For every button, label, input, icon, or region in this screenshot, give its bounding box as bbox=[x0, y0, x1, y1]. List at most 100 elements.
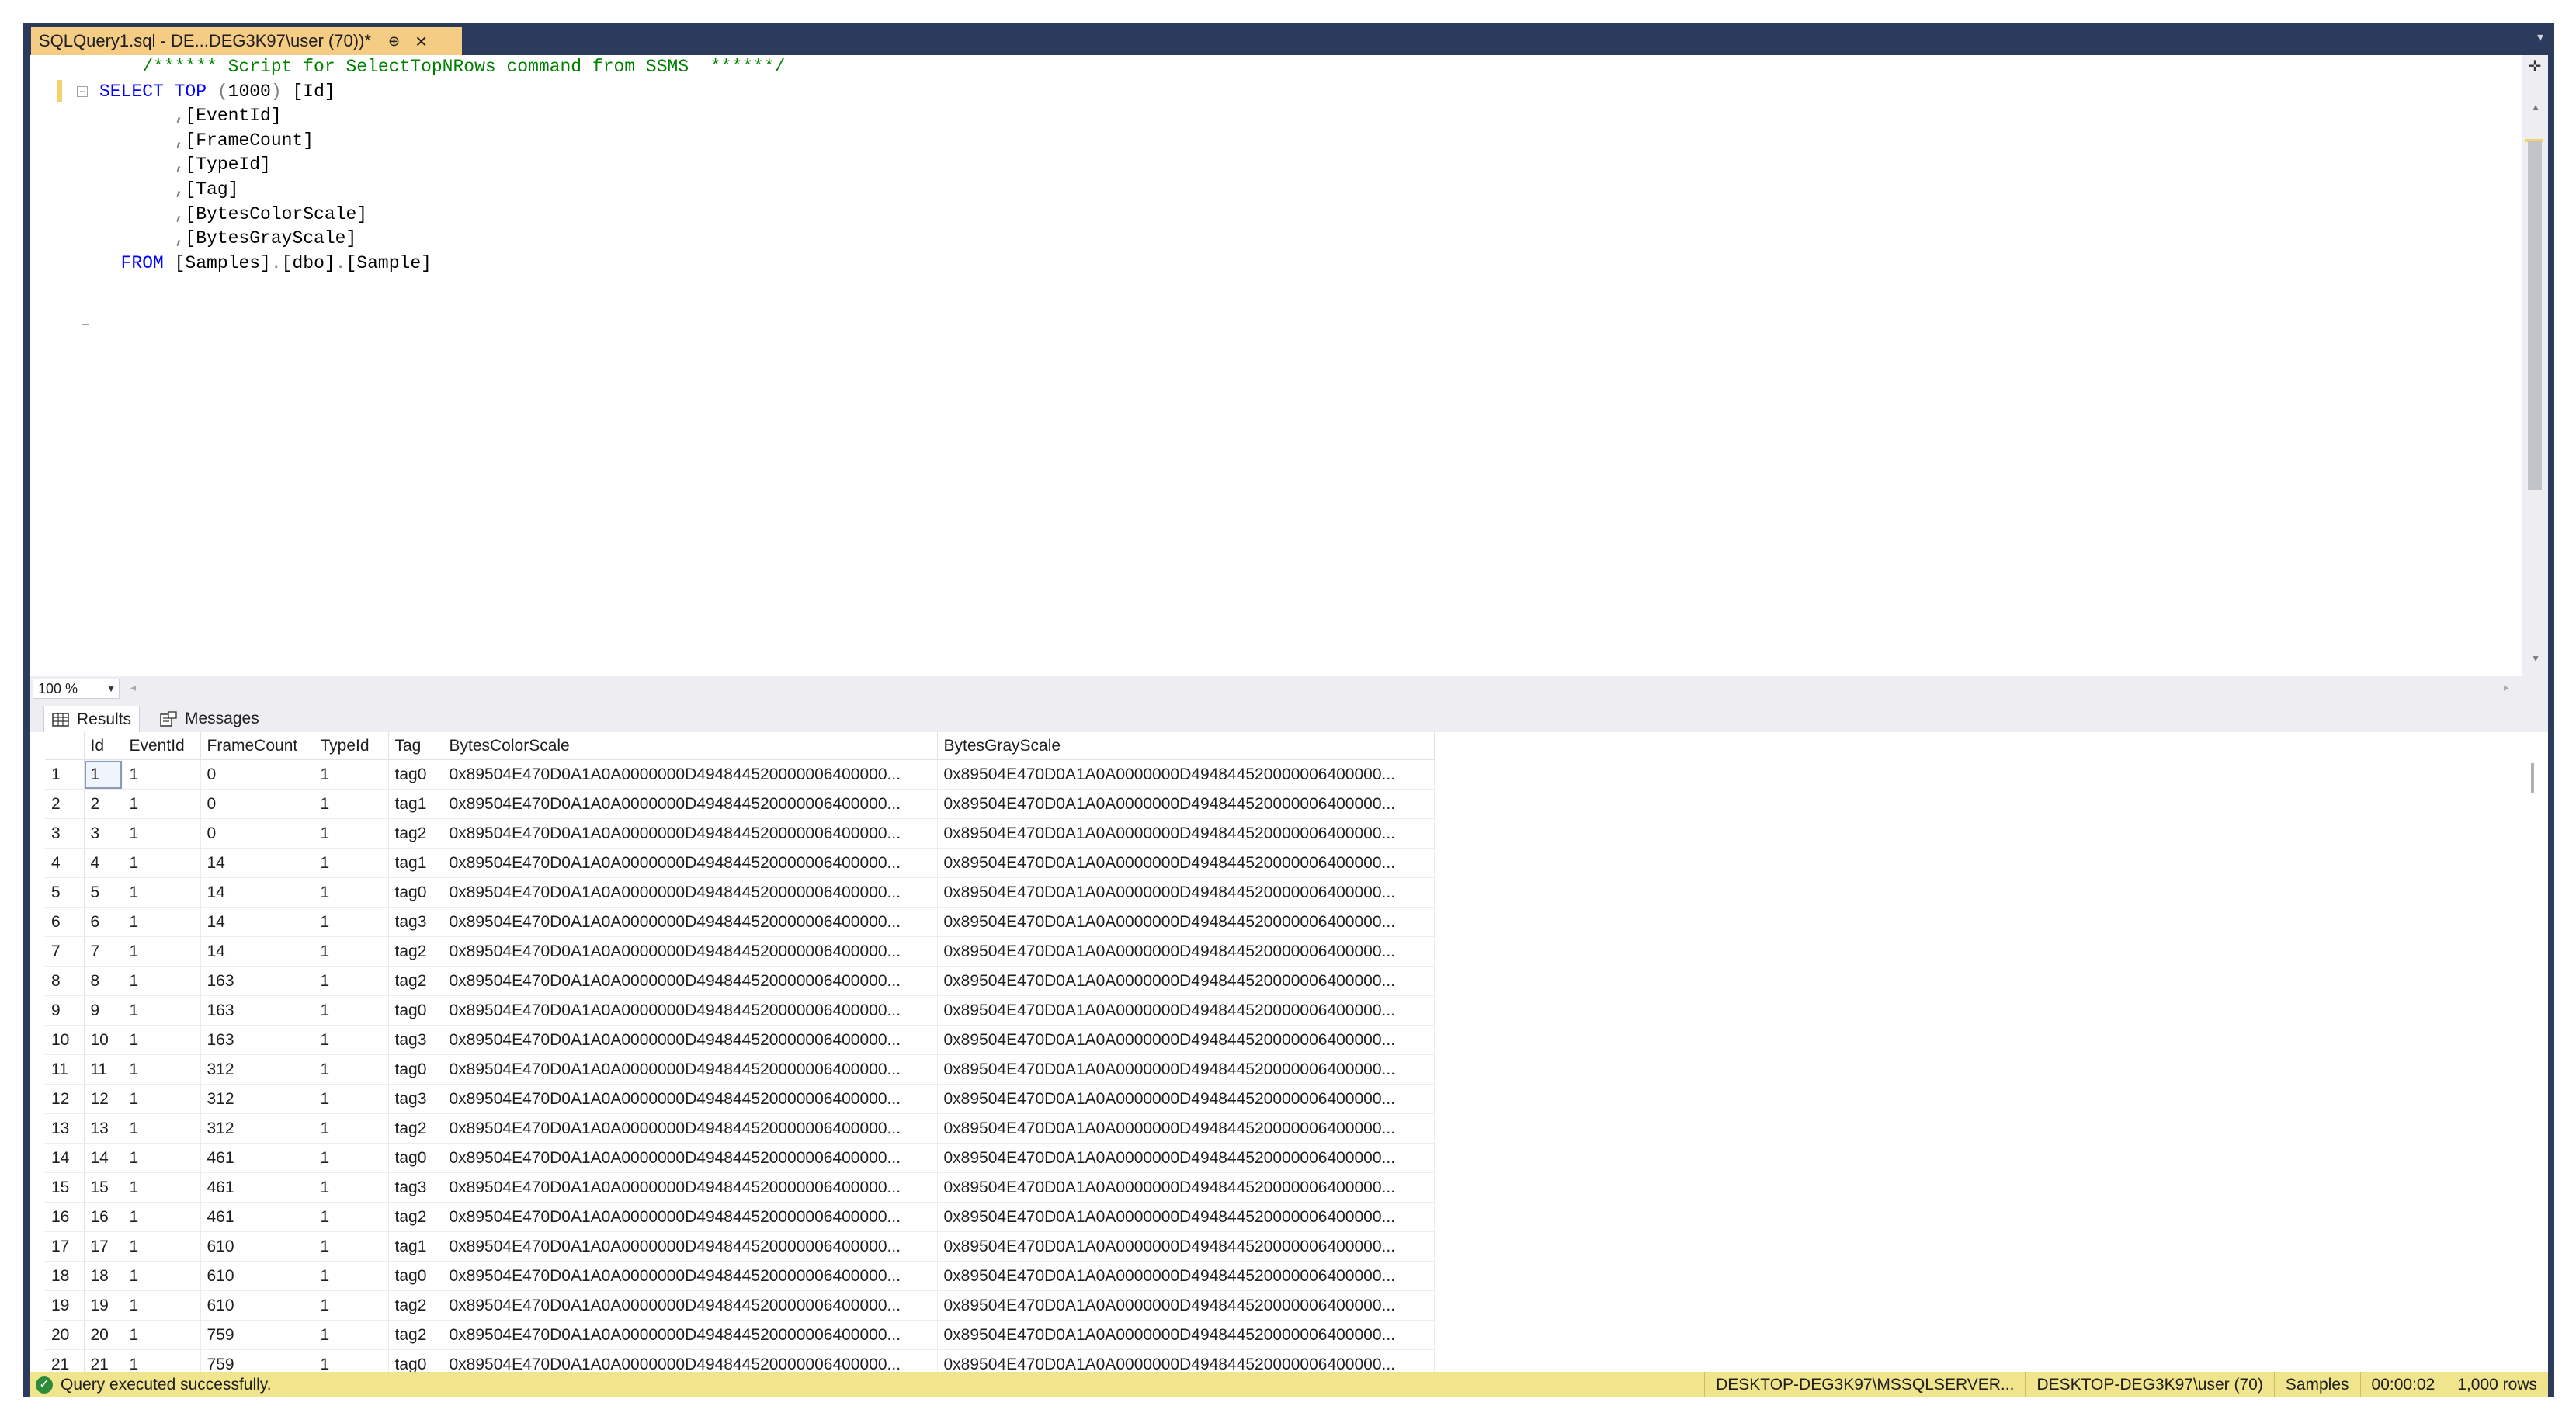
grid-cell[interactable]: 5 bbox=[84, 877, 123, 908]
grid-cell[interactable]: 19 bbox=[84, 1290, 123, 1321]
grid-cell[interactable]: 14 bbox=[84, 1143, 123, 1173]
grid-cell[interactable]: 1 bbox=[123, 1084, 201, 1114]
grid-cell[interactable]: 0 bbox=[200, 789, 314, 819]
grid-cell[interactable]: 0x89504E470D0A1A0A0000000D49484452000000… bbox=[937, 1320, 1435, 1350]
code-line[interactable]: ,[TypeId] bbox=[99, 153, 785, 178]
table-row[interactable]: 21 21 1 759 1 tag0 0x89504E470D0A1A0A0000000D4… bbox=[45, 1349, 1435, 1372]
grid-cell[interactable]: tag2 bbox=[388, 1202, 443, 1232]
table-row[interactable]: 13 13 1 312 1 tag2 0x89504E470D0A1A0A0000000D4… bbox=[45, 1113, 1435, 1144]
grid-cell[interactable]: 0x89504E470D0A1A0A0000000D49484452000000… bbox=[937, 1054, 1435, 1085]
editor-vertical-scrollbar[interactable]: ✛ ▲ ▼ bbox=[2522, 55, 2548, 676]
results-scroll-thumb[interactable] bbox=[2531, 763, 2534, 793]
table-row[interactable]: 4 4 1 14 1 tag1 0x89504E470D0A1A0A0000000D4948… bbox=[45, 848, 1435, 878]
tab-messages[interactable]: Messages bbox=[152, 706, 267, 732]
grid-cell[interactable]: 1 bbox=[123, 1025, 201, 1055]
grid-cell[interactable]: 610 bbox=[200, 1261, 314, 1291]
grid-cell[interactable]: 0x89504E470D0A1A0A0000000D49484452000000… bbox=[443, 759, 938, 790]
grid-cell[interactable]: 10 bbox=[84, 1025, 123, 1055]
grid-cell[interactable]: tag2 bbox=[388, 936, 443, 967]
grid-cell[interactable]: tag0 bbox=[388, 1349, 443, 1372]
grid-cell[interactable]: 0x89504E470D0A1A0A0000000D49484452000000… bbox=[937, 1231, 1435, 1262]
close-tab-icon[interactable]: × bbox=[415, 31, 427, 51]
collapse-outline-icon[interactable]: − bbox=[77, 86, 88, 97]
grid-cell[interactable]: tag0 bbox=[388, 1261, 443, 1291]
grid-cell[interactable]: 6 bbox=[84, 907, 123, 937]
grid-cell[interactable]: 0x89504E470D0A1A0A0000000D49484452000000… bbox=[443, 1261, 938, 1291]
grid-cell[interactable]: 312 bbox=[200, 1054, 314, 1085]
row-number-cell[interactable]: 14 bbox=[45, 1143, 85, 1173]
grid-cell[interactable]: 1 bbox=[123, 818, 201, 849]
sql-code[interactable]: /****** Script for SelectTopNRows comman… bbox=[99, 55, 785, 276]
grid-cell[interactable]: 1 bbox=[123, 1261, 201, 1291]
code-line[interactable]: FROM [Samples].[dbo].[Sample] bbox=[99, 252, 785, 276]
grid-cell[interactable]: 312 bbox=[200, 1084, 314, 1114]
row-number-cell[interactable]: 10 bbox=[45, 1025, 85, 1055]
grid-cell[interactable]: 1 bbox=[314, 1084, 389, 1114]
grid-cell[interactable]: 1 bbox=[314, 966, 389, 996]
row-number-cell[interactable]: 1 bbox=[45, 759, 85, 790]
grid-cell[interactable]: 1 bbox=[123, 966, 201, 996]
grid-cell[interactable]: 21 bbox=[84, 1349, 123, 1372]
table-row[interactable]: 19 19 1 610 1 tag2 0x89504E470D0A1A0A0000000D4… bbox=[45, 1290, 1435, 1321]
code-line[interactable]: ,[BytesGrayScale] bbox=[99, 227, 785, 252]
grid-cell[interactable]: 0x89504E470D0A1A0A0000000D49484452000000… bbox=[937, 1290, 1435, 1321]
grid-cell[interactable]: 1 bbox=[123, 1349, 201, 1372]
column-header[interactable]: EventId bbox=[123, 732, 201, 760]
scroll-down-arrow-icon[interactable]: ▼ bbox=[2531, 653, 2540, 664]
zoom-dropdown-icon[interactable]: ▼ bbox=[106, 679, 116, 698]
grid-cell[interactable]: 4 bbox=[84, 848, 123, 878]
grid-cell[interactable]: 9 bbox=[84, 995, 123, 1026]
row-number-cell[interactable]: 3 bbox=[45, 818, 85, 849]
grid-cell[interactable]: 1 bbox=[314, 848, 389, 878]
grid-cell[interactable]: 0x89504E470D0A1A0A0000000D49484452000000… bbox=[937, 848, 1435, 878]
grid-cell[interactable]: 3 bbox=[84, 818, 123, 849]
grid-cell[interactable]: 0 bbox=[200, 759, 314, 790]
grid-cell[interactable]: 163 bbox=[200, 995, 314, 1026]
grid-cell[interactable]: 0x89504E470D0A1A0A0000000D49484452000000… bbox=[937, 1349, 1435, 1372]
grid-cell[interactable]: 12 bbox=[84, 1084, 123, 1114]
grid-cell[interactable]: 1 bbox=[314, 1320, 389, 1350]
grid-cell[interactable]: 1 bbox=[314, 818, 389, 849]
table-row[interactable]: 3 3 1 0 1 tag2 0x89504E470D0A1A0A0000000D49484… bbox=[45, 818, 1435, 849]
table-row[interactable]: 16 16 1 461 1 tag2 0x89504E470D0A1A0A0000000D4… bbox=[45, 1202, 1435, 1232]
scroll-left-arrow-icon[interactable]: ◂ bbox=[130, 681, 136, 694]
column-header[interactable]: Id bbox=[84, 732, 123, 760]
grid-cell[interactable]: 0x89504E470D0A1A0A0000000D49484452000000… bbox=[937, 1084, 1435, 1114]
grid-cell[interactable]: 1 bbox=[123, 848, 201, 878]
grid-cell[interactable]: 1 bbox=[123, 1054, 201, 1085]
grid-cell[interactable]: 0x89504E470D0A1A0A0000000D49484452000000… bbox=[937, 759, 1435, 790]
grid-cell[interactable]: 0x89504E470D0A1A0A0000000D49484452000000… bbox=[443, 1349, 938, 1372]
grid-cell[interactable]: 610 bbox=[200, 1231, 314, 1262]
grid-cell[interactable]: tag3 bbox=[388, 1172, 443, 1203]
grid-cell[interactable]: 18 bbox=[84, 1261, 123, 1291]
grid-cell[interactable]: 2 bbox=[84, 789, 123, 819]
grid-cell[interactable]: 1 bbox=[314, 936, 389, 967]
column-header[interactable]: BytesColorScale bbox=[443, 732, 938, 760]
grid-cell[interactable]: tag3 bbox=[388, 1025, 443, 1055]
table-row[interactable]: 6 6 1 14 1 tag3 0x89504E470D0A1A0A0000000D4948… bbox=[45, 907, 1435, 937]
row-number-cell[interactable]: 18 bbox=[45, 1261, 85, 1291]
grid-cell[interactable]: 7 bbox=[84, 936, 123, 967]
grid-cell[interactable]: 8 bbox=[84, 966, 123, 996]
grid-cell[interactable]: 0x89504E470D0A1A0A0000000D49484452000000… bbox=[937, 877, 1435, 908]
column-header[interactable]: BytesGrayScale bbox=[937, 732, 1435, 760]
row-number-cell[interactable]: 11 bbox=[45, 1054, 85, 1085]
table-row[interactable]: 7 7 1 14 1 tag2 0x89504E470D0A1A0A0000000D4948… bbox=[45, 936, 1435, 967]
grid-cell[interactable]: 20 bbox=[84, 1320, 123, 1350]
grid-cell[interactable]: tag2 bbox=[388, 1290, 443, 1321]
table-row[interactable]: 8 8 1 163 1 tag2 0x89504E470D0A1A0A0000000D494… bbox=[45, 966, 1435, 996]
grid-cell[interactable]: 0x89504E470D0A1A0A0000000D49484452000000… bbox=[443, 848, 938, 878]
grid-cell[interactable]: 1 bbox=[314, 1261, 389, 1291]
tab-results[interactable]: Results bbox=[43, 706, 141, 732]
grid-cell[interactable]: 1 bbox=[314, 789, 389, 819]
table-row[interactable]: 5 5 1 14 1 tag0 0x89504E470D0A1A0A0000000D4948… bbox=[45, 877, 1435, 908]
row-number-cell[interactable]: 2 bbox=[45, 789, 85, 819]
row-number-cell[interactable]: 20 bbox=[45, 1320, 85, 1350]
grid-cell[interactable]: 461 bbox=[200, 1143, 314, 1173]
grid-cell[interactable]: 0x89504E470D0A1A0A0000000D49484452000000… bbox=[937, 907, 1435, 937]
grid-cell[interactable]: 0x89504E470D0A1A0A0000000D49484452000000… bbox=[443, 1320, 938, 1350]
grid-cell[interactable]: 0x89504E470D0A1A0A0000000D49484452000000… bbox=[937, 1113, 1435, 1144]
grid-cell[interactable]: 0x89504E470D0A1A0A0000000D49484452000000… bbox=[937, 995, 1435, 1026]
grid-cell[interactable]: 0x89504E470D0A1A0A0000000D49484452000000… bbox=[443, 818, 938, 849]
grid-cell[interactable]: 11 bbox=[84, 1054, 123, 1085]
